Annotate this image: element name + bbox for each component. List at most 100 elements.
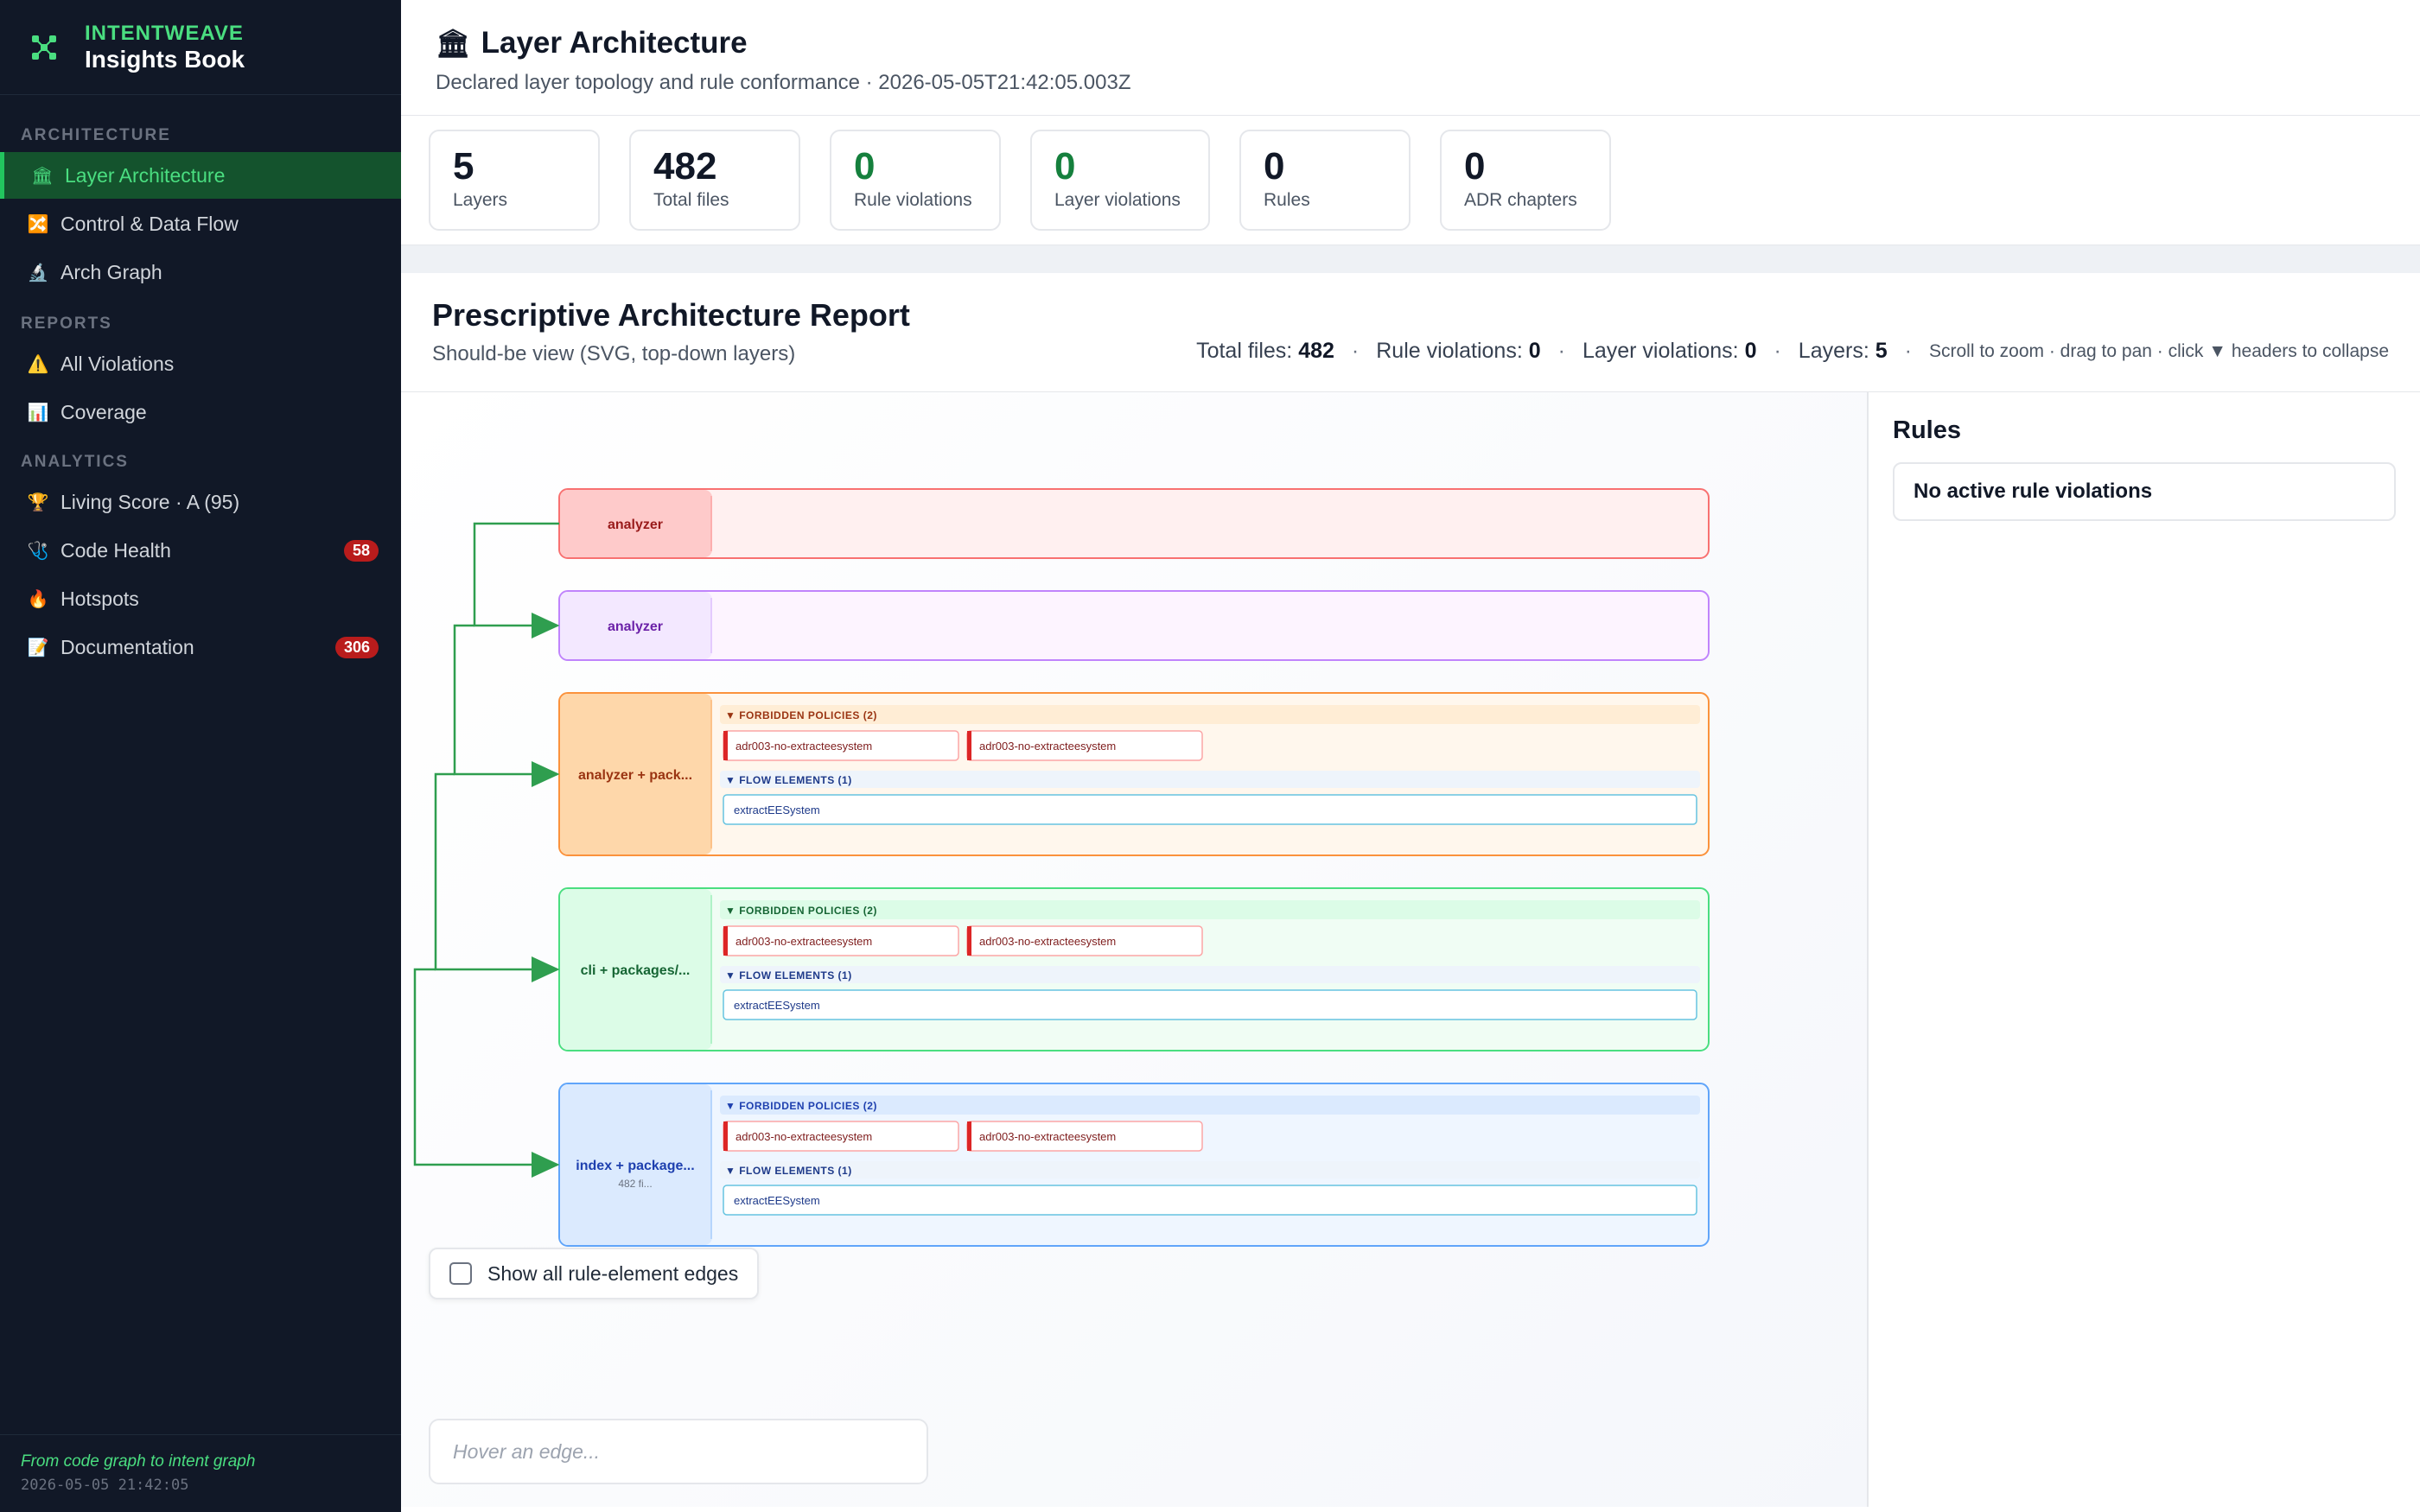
policy-name: adr003-no-extracteesystem <box>979 935 1116 948</box>
build-timestamp: 2026-05-05 21:42:05 <box>21 1477 189 1494</box>
policy-name: adr003-no-extracteesystem <box>736 1130 872 1143</box>
sidebar-item-label: Living Score · A (95) <box>60 490 240 513</box>
stat-value: 5 <box>453 145 474 187</box>
flow-icon: 🔀 <box>27 214 49 234</box>
bank-icon: 🏛 <box>436 28 471 59</box>
show-edges-label: Show all rule-element edges <box>487 1261 739 1285</box>
sidebar-item-label: Control & Data Flow <box>60 212 239 235</box>
sidebar-item-label: Arch Graph <box>60 260 162 283</box>
brand[interactable]: INTENTWEAVE Insights Book <box>0 0 401 95</box>
policy-chip-marker <box>723 731 728 760</box>
meta-rule-violations-value: 0 <box>1528 339 1541 363</box>
flow-element <box>723 1185 1697 1216</box>
rules-title: Rules <box>1893 416 1961 444</box>
nav-section-architecture: ARCHITECTURE <box>21 126 171 144</box>
stat-card-rule-violations: 0 Rule violations <box>830 130 1001 231</box>
brand-title: Insights Book <box>85 45 245 73</box>
sidebar: INTENTWEAVE Insights Book ARCHITECTURE 🏛… <box>0 0 401 1512</box>
stat-label: Layer violations <box>1054 190 1181 210</box>
meta-layer-violations-value: 0 <box>1744 339 1757 363</box>
sidebar-item-label: Documentation <box>60 635 194 658</box>
policy-chip-marker <box>723 1121 728 1151</box>
flow-header-bg <box>720 966 1700 983</box>
meta-rule-violations-label: Rule violations: <box>1376 339 1523 363</box>
report-title: Prescriptive Architecture Report <box>432 297 910 333</box>
policies-header: ▼ FORBIDDEN POLICIES (2) <box>725 905 877 917</box>
layer-diagram[interactable]: analyzer analyzer analyzer + pack... ▼ FORB… <box>401 392 1867 1507</box>
flow-header-bg <box>720 1161 1700 1178</box>
stethoscope-icon: 🩺 <box>27 541 49 561</box>
sidebar-item-label: All Violations <box>60 352 175 375</box>
meta-layers-label: Layers: <box>1798 339 1869 363</box>
dependency-edge <box>453 624 560 787</box>
code-health-badge: 58 <box>343 539 379 562</box>
layer-label: cli + packages/... <box>581 963 691 978</box>
stat-card-layers: 5 Layers <box>429 130 600 231</box>
layer-label: analyzer <box>608 619 663 634</box>
policy-name: adr003-no-extracteesystem <box>979 1130 1116 1143</box>
stat-label: Total files <box>653 190 729 210</box>
sidebar-item-layer-architecture[interactable]: 🏛 Layer Architecture <box>0 152 401 199</box>
stat-card-adr-chapters: 0 ADR chapters <box>1440 130 1611 231</box>
sidebar-item-hotspots[interactable]: 🔥 Hotspots <box>0 575 401 622</box>
meta-layers-value: 5 <box>1875 339 1888 363</box>
layer-label: index + package... <box>576 1159 694 1173</box>
stat-value: 0 <box>1264 145 1285 187</box>
flow-header: ▼ FLOW ELEMENTS (1) <box>725 1165 852 1177</box>
stat-label: Rule violations <box>854 190 972 210</box>
policy-chip-marker <box>967 1121 971 1151</box>
sidebar-item-documentation[interactable]: 📝 Documentation 306 <box>0 624 401 670</box>
rules-panel: Rules No active rule violations <box>1867 392 2420 1507</box>
report-meta: Total files: 482 · Rule violations: 0 · … <box>1196 339 2389 363</box>
logo-icon <box>32 35 56 60</box>
sidebar-item-label: Layer Architecture <box>65 163 226 187</box>
documentation-badge: 306 <box>334 636 379 658</box>
layer-file-count: 482 fi... <box>618 1178 652 1190</box>
nav-section-analytics: ANALYTICS <box>21 453 129 471</box>
flow-header-bg <box>720 771 1700 788</box>
dependency-edge <box>413 968 560 1178</box>
sidebar-footer: From code graph to intent graph 2026-05-… <box>0 1434 401 1512</box>
bar-chart-icon: 📊 <box>27 403 49 422</box>
policy-name: adr003-no-extracteesystem <box>736 935 872 948</box>
checkbox[interactable] <box>449 1262 472 1285</box>
page-subtitle: Declared layer topology and rule conform… <box>436 71 1131 94</box>
page-header: 🏛 Layer Architecture Declared layer topo… <box>401 0 2420 116</box>
layer-box <box>558 590 1710 661</box>
sidebar-item-arch-graph[interactable]: 🔬 Arch Graph <box>0 249 401 295</box>
stat-value: 0 <box>854 145 876 187</box>
architecture-report: Prescriptive Architecture Report Should-… <box>401 273 2420 1512</box>
layer-label: analyzer <box>608 518 663 532</box>
page-title: 🏛 Layer Architecture <box>436 26 2385 60</box>
stats-bar: 5 Layers 482 Total files 0 Rule violatio… <box>401 116 2420 245</box>
show-edges-toggle[interactable]: Show all rule-element edges <box>429 1248 760 1299</box>
trophy-icon: 🏆 <box>27 492 49 512</box>
stat-card-total-files: 482 Total files <box>629 130 800 231</box>
policy-chip-marker <box>967 731 971 760</box>
sidebar-item-coverage[interactable]: 📊 Coverage <box>0 389 401 435</box>
stat-card-layer-violations: 0 Layer violations <box>1030 130 1210 231</box>
sidebar-item-label: Hotspots <box>60 587 139 610</box>
report-header: Prescriptive Architecture Report Should-… <box>401 273 2420 392</box>
layer-diagram-canvas[interactable]: analyzer analyzer analyzer + pack... ▼ FORB… <box>401 392 1867 1507</box>
main-content: 🏛 Layer Architecture Declared layer topo… <box>401 0 2420 1512</box>
sidebar-item-label: Code Health <box>60 538 171 562</box>
meta-files-value: 482 <box>1298 339 1334 363</box>
sidebar-item-all-violations[interactable]: ⚠️ All Violations <box>0 340 401 387</box>
sidebar-item-code-health[interactable]: 🩺 Code Health 58 <box>0 527 401 574</box>
flow-element-name: extractEESystem <box>734 1194 820 1207</box>
policy-name: adr003-no-extracteesystem <box>736 740 872 753</box>
tagline: From code graph to intent graph <box>21 1452 256 1471</box>
sidebar-item-control-data-flow[interactable]: 🔀 Control & Data Flow <box>0 200 401 247</box>
nav-section-reports: REPORTS <box>21 314 112 333</box>
stat-value: 0 <box>1464 145 1486 187</box>
meta-files-label: Total files: <box>1196 339 1293 363</box>
stat-label: Layers <box>453 190 508 210</box>
stat-value: 482 <box>653 145 717 187</box>
dependency-edge <box>434 772 560 982</box>
brand-name: INTENTWEAVE <box>85 21 244 45</box>
sidebar-item-living-score[interactable]: 🏆 Living Score · A (95) <box>0 479 401 525</box>
flow-header: ▼ FLOW ELEMENTS (1) <box>725 774 852 786</box>
warning-icon: ⚠️ <box>27 354 49 374</box>
flow-element <box>723 989 1697 1020</box>
